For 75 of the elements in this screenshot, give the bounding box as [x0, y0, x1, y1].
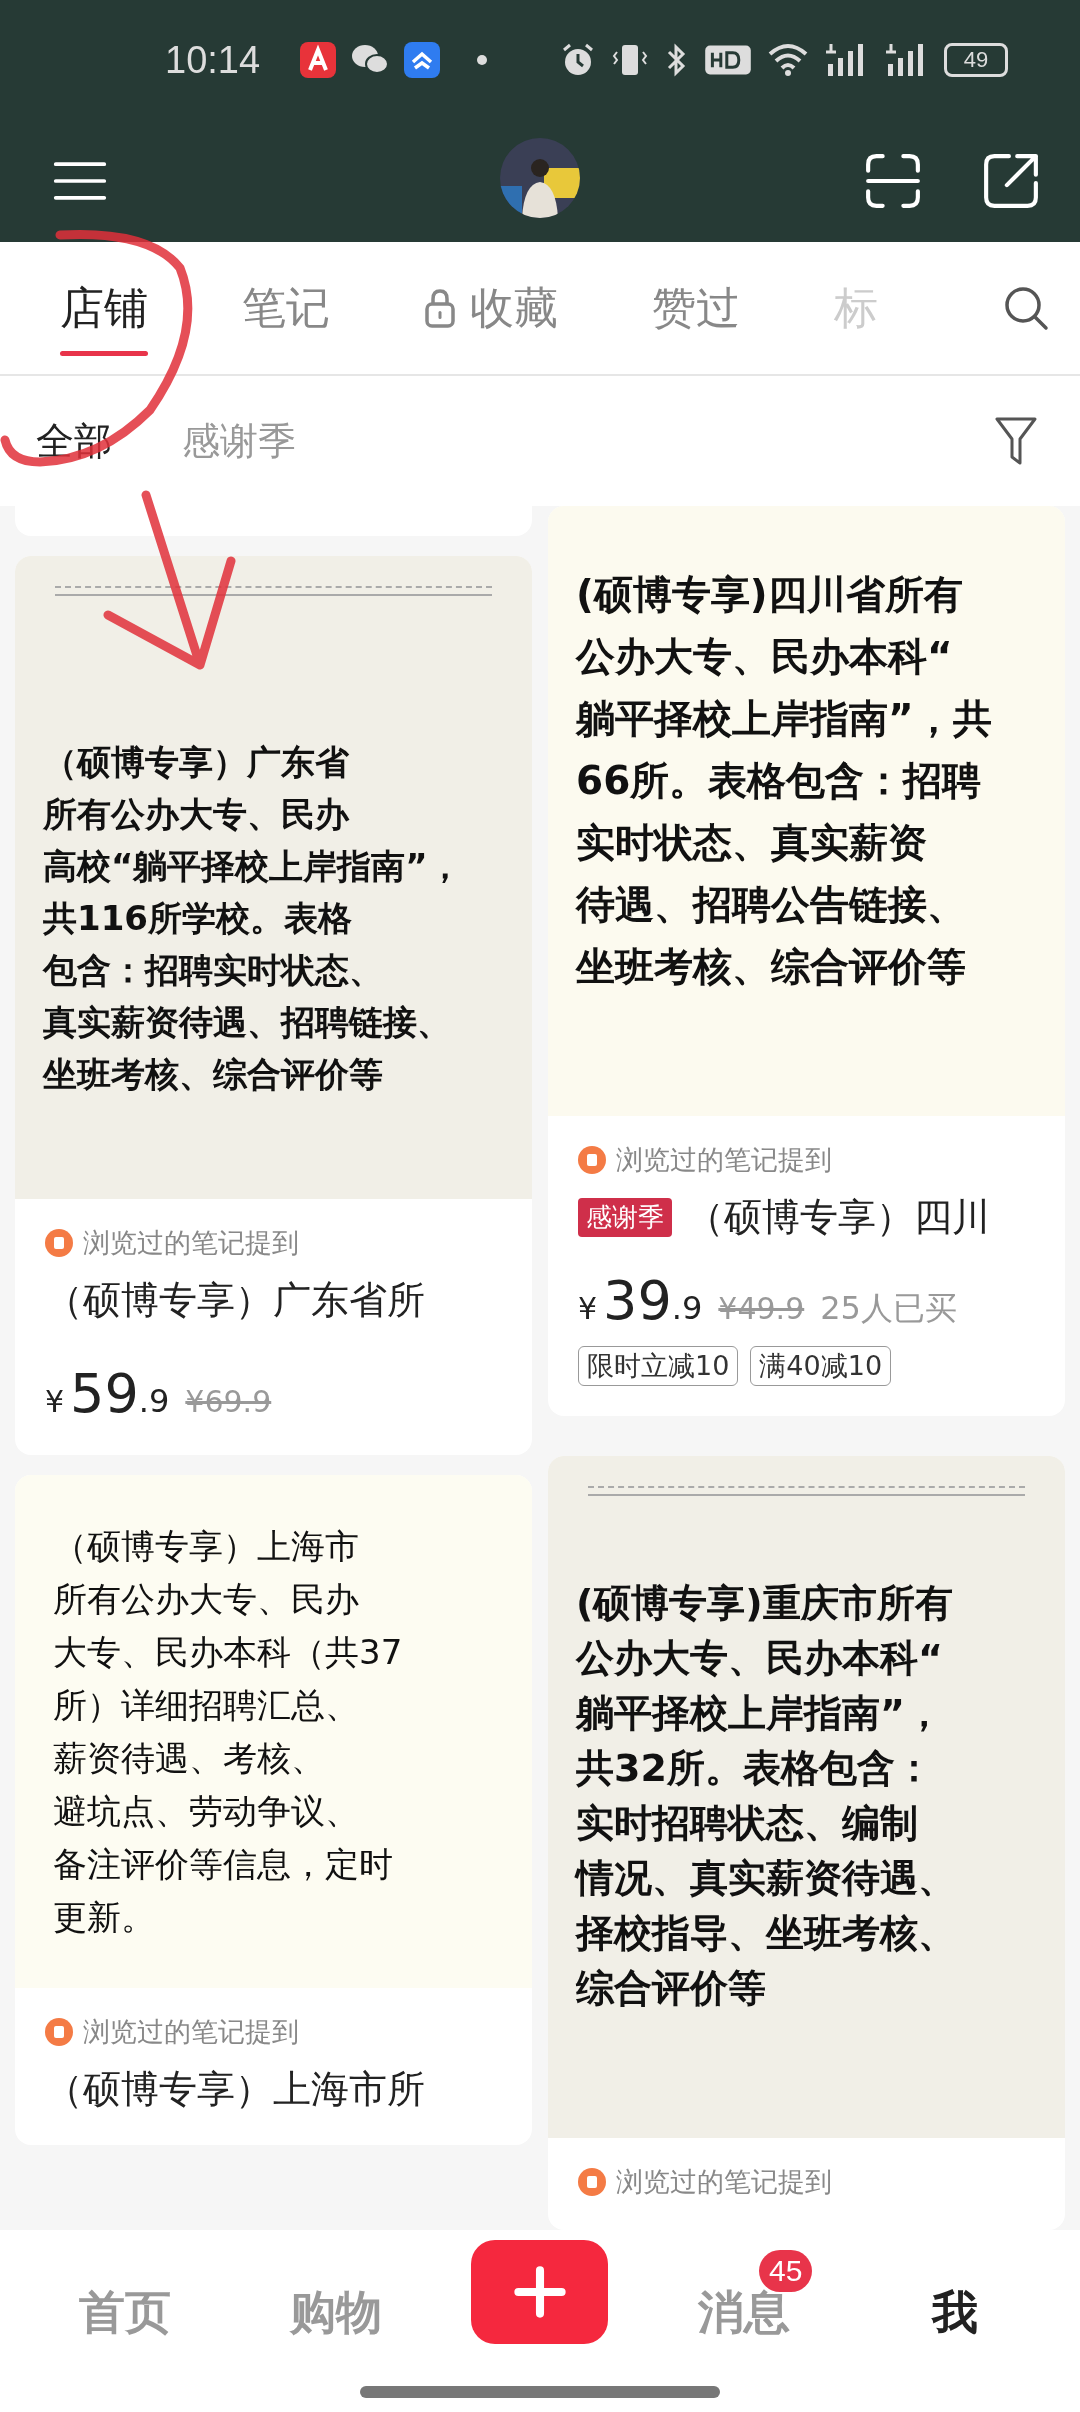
filter-icon[interactable]	[994, 415, 1038, 467]
cover-text-line: 高校“躺平择校上岸指南”，	[43, 845, 463, 888]
vibrate-icon	[612, 42, 649, 78]
scan-icon[interactable]	[864, 152, 922, 210]
clock-time: 10:14	[165, 38, 261, 82]
profile-tab[interactable]: 赞过	[592, 242, 774, 374]
product-card[interactable]: （硕博专享）广东省 所有公办大专、民办 高校“躺平择校上岸指南”， 共116所学校。表格 包含：招聘实时状态、 真实薪资待遇、招聘链接、 坐班考核、综合评价等 浏览过的笔记提到 （硕博专享）广东省所 ¥59.9 ¥69.9	[15, 556, 532, 1455]
product-title: （硕博专享）广东省所	[45, 1277, 425, 1324]
cover-text-line: 薪资待遇、考核、	[53, 1736, 326, 1780]
cover-text-line: （硕博专享）上海市	[53, 1524, 360, 1568]
cover-text-line: 坐班考核、综合评价等	[43, 1053, 384, 1096]
add-button[interactable]	[471, 2240, 609, 2344]
cover-text-line: 躺平择校上岸指南”，	[576, 1690, 944, 1737]
cover-text-line: 所）详细招聘汇总、	[53, 1683, 360, 1727]
promo-badge: 感谢季	[578, 1198, 672, 1237]
note-icon	[45, 1229, 73, 1257]
promo-tag: 满40减10	[750, 1346, 892, 1386]
product-card[interactable]: (硕博专享)四川省所有 公办大专、民办本科“ 躺平择校上岸指南”，共 66所。表格包含：招聘 实时状态、真实薪资 待遇、招聘公告链接、 坐班考核、综合评价等 浏览过的笔记提到 感谢季 （硕博专享）四川 ¥39.9 ¥49.9 25人已买 限时立减10 满40减10	[548, 506, 1065, 1416]
cover-text-line: 更新。	[53, 1895, 156, 1939]
cover-text-line: 所有公办大专、民办	[43, 793, 351, 836]
note-icon	[578, 1146, 606, 1174]
promo-tag: 限时立减10	[578, 1346, 739, 1386]
cover-text-line: 坐班考核、综合评价等	[576, 943, 967, 991]
product-card[interactable]: (硕博专享)重庆市所有 公办大专、民办本科“ 躺平择校上岸指南”， 共32所。表格包含： 实时招聘状态、编制 情况、真实薪资待遇、 择校指导、坐班考核、 综合评价等 浏览过的笔记提到	[548, 1456, 1065, 2230]
mention-text: 浏览过的笔记提到	[83, 1226, 299, 1260]
cover-text-line: 待遇、招聘公告链接、	[576, 881, 967, 929]
cover-text-line: 公办大专、民办本科“	[576, 633, 954, 681]
product-title: （硕博专享）上海市所	[45, 2066, 425, 2113]
cover-text-line: 共32所。表格包含：	[576, 1745, 934, 1792]
mention-text: 浏览过的笔记提到	[616, 1143, 832, 1177]
cover-text-line: 包含：招聘实时状态、	[43, 949, 384, 992]
search-icon[interactable]	[1002, 284, 1050, 332]
app-icon	[300, 42, 337, 78]
note-icon	[45, 2018, 73, 2046]
price: ¥39.9	[578, 1269, 703, 1332]
nav-tab[interactable]: 首页	[79, 2282, 172, 2344]
filter-chip[interactable]: 感谢季	[182, 415, 296, 467]
wifi-icon	[768, 42, 809, 78]
menu-icon[interactable]	[52, 160, 108, 202]
battery-indicator: 49	[944, 43, 1009, 77]
cover-text-line: 公办大专、民办本科“	[576, 1635, 944, 1682]
app-icon	[404, 42, 441, 78]
profile-tab[interactable]: 笔记	[182, 242, 364, 374]
cover-text-line: 躺平择校上岸指南”，共	[576, 695, 993, 743]
sales-count: 25人已买	[820, 1288, 957, 1329]
cover-text-line: (硕博专享)重庆市所有	[576, 1580, 954, 1627]
original-price: ¥49.9	[718, 1291, 805, 1326]
cover-text-line: 避坑点、劳动争议、	[53, 1789, 360, 1833]
original-price: ¥69.9	[185, 1384, 272, 1419]
cover-text-line: 所有公办大专、民办	[53, 1577, 360, 1621]
nav-tab[interactable]: 购物	[289, 2282, 382, 2344]
cover-text-line: 择校指导、坐班考核、	[576, 1910, 957, 1957]
cover-text-line: 大专、民办本科（共37	[53, 1630, 404, 1674]
cover-text-line: 66所。表格包含：招聘	[576, 757, 983, 805]
cover-text-line: 综合评价等	[576, 1965, 767, 2012]
note-icon	[578, 2168, 606, 2196]
cover-text-line: （硕博专享）广东省	[43, 741, 350, 784]
cover-text-line: 备注评价等信息，定时	[53, 1842, 394, 1886]
cover-text-line: 实时状态、真实薪资	[576, 819, 928, 867]
mention-text: 浏览过的笔记提到	[83, 2015, 299, 2049]
product-card[interactable]: （硕博专享）上海市 所有公办大专、民办 大专、民办本科（共37 所）详细招聘汇总、 薪资待遇、考核、 避坑点、劳动争议、 备注评价等信息，定时 更新。 浏览过的笔记提到 （硕博专享）上海市所	[15, 1475, 532, 2145]
nav-tab[interactable]: 我	[931, 2282, 978, 2344]
mention-text: 浏览过的笔记提到	[616, 2165, 832, 2199]
cover-text-line: 真实薪资待遇、招聘链接、	[43, 1001, 452, 1044]
profile-tab[interactable]: 店铺	[0, 242, 182, 374]
product-title: （硕博专享）四川	[686, 1194, 990, 1241]
cover-text-line: 情况、真实薪资待遇、	[576, 1855, 957, 1902]
dot-icon	[476, 54, 489, 66]
share-icon[interactable]	[982, 152, 1040, 210]
plus-icon	[513, 2265, 567, 2319]
cover-text-line: 实时招聘状态、编制	[576, 1800, 919, 1847]
profile-tab[interactable]: 收藏	[364, 242, 592, 374]
price: ¥59.9	[45, 1362, 170, 1425]
cover-text-line: 共116所学校。表格	[43, 897, 353, 940]
cover-text-line: (硕博专享)四川省所有	[576, 571, 964, 619]
